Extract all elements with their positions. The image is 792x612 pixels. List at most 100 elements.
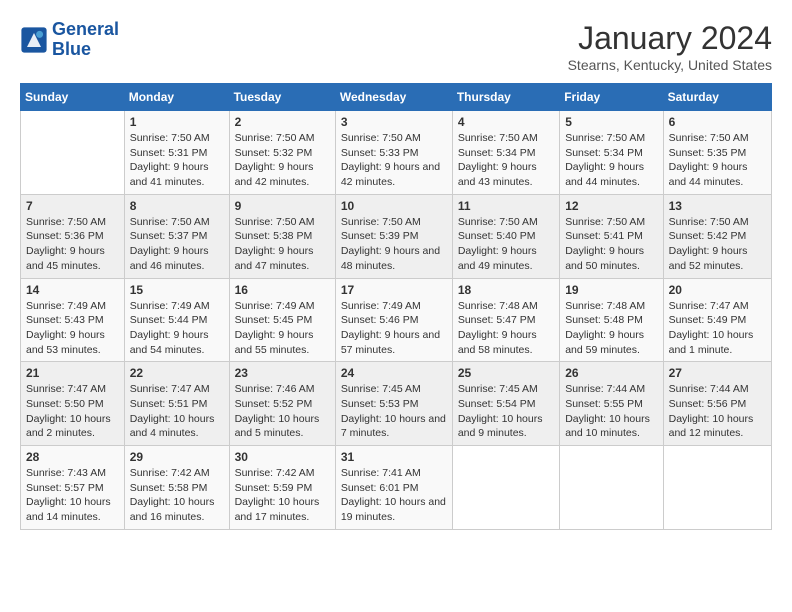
- day-info: Sunrise: 7:50 AM Sunset: 5:32 PM Dayligh…: [235, 131, 330, 190]
- calendar-cell: 14 Sunrise: 7:49 AM Sunset: 5:43 PM Dayl…: [21, 278, 125, 362]
- calendar-cell: 27 Sunrise: 7:44 AM Sunset: 5:56 PM Dayl…: [663, 362, 771, 446]
- sunrise-text: Sunrise: 7:50 AM: [130, 131, 224, 146]
- calendar-cell: 13 Sunrise: 7:50 AM Sunset: 5:42 PM Dayl…: [663, 194, 771, 278]
- weekday-header: Sunday: [21, 84, 125, 111]
- sunset-text: Sunset: 5:45 PM: [235, 313, 330, 328]
- calendar-cell: 9 Sunrise: 7:50 AM Sunset: 5:38 PM Dayli…: [229, 194, 335, 278]
- daylight-text: Daylight: 10 hours and 16 minutes.: [130, 495, 224, 524]
- sunrise-text: Sunrise: 7:50 AM: [458, 215, 554, 230]
- sunrise-text: Sunrise: 7:50 AM: [669, 215, 766, 230]
- weekday-header: Wednesday: [335, 84, 452, 111]
- day-number: 23: [235, 366, 330, 380]
- daylight-text: Daylight: 10 hours and 4 minutes.: [130, 412, 224, 441]
- day-info: Sunrise: 7:45 AM Sunset: 5:54 PM Dayligh…: [458, 382, 554, 441]
- day-number: 31: [341, 450, 447, 464]
- day-number: 25: [458, 366, 554, 380]
- daylight-text: Daylight: 9 hours and 45 minutes.: [26, 244, 119, 273]
- day-info: Sunrise: 7:42 AM Sunset: 5:59 PM Dayligh…: [235, 466, 330, 525]
- day-number: 5: [565, 115, 657, 129]
- weekday-header: Thursday: [452, 84, 559, 111]
- calendar-week-row: 1 Sunrise: 7:50 AM Sunset: 5:31 PM Dayli…: [21, 111, 772, 195]
- day-number: 1: [130, 115, 224, 129]
- calendar-table: SundayMondayTuesdayWednesdayThursdayFrid…: [20, 83, 772, 530]
- calendar-cell: 15 Sunrise: 7:49 AM Sunset: 5:44 PM Dayl…: [124, 278, 229, 362]
- day-number: 21: [26, 366, 119, 380]
- calendar-cell: 19 Sunrise: 7:48 AM Sunset: 5:48 PM Dayl…: [560, 278, 663, 362]
- daylight-text: Daylight: 9 hours and 46 minutes.: [130, 244, 224, 273]
- day-number: 24: [341, 366, 447, 380]
- daylight-text: Daylight: 9 hours and 48 minutes.: [341, 244, 447, 273]
- daylight-text: Daylight: 9 hours and 57 minutes.: [341, 328, 447, 357]
- day-info: Sunrise: 7:42 AM Sunset: 5:58 PM Dayligh…: [130, 466, 224, 525]
- calendar-cell: 12 Sunrise: 7:50 AM Sunset: 5:41 PM Dayl…: [560, 194, 663, 278]
- calendar-cell: 8 Sunrise: 7:50 AM Sunset: 5:37 PM Dayli…: [124, 194, 229, 278]
- calendar-cell: 6 Sunrise: 7:50 AM Sunset: 5:35 PM Dayli…: [663, 111, 771, 195]
- calendar-week-row: 7 Sunrise: 7:50 AM Sunset: 5:36 PM Dayli…: [21, 194, 772, 278]
- sunrise-text: Sunrise: 7:50 AM: [235, 131, 330, 146]
- day-info: Sunrise: 7:50 AM Sunset: 5:34 PM Dayligh…: [458, 131, 554, 190]
- daylight-text: Daylight: 9 hours and 59 minutes.: [565, 328, 657, 357]
- sunset-text: Sunset: 5:52 PM: [235, 397, 330, 412]
- sunrise-text: Sunrise: 7:50 AM: [565, 131, 657, 146]
- day-info: Sunrise: 7:50 AM Sunset: 5:33 PM Dayligh…: [341, 131, 447, 190]
- daylight-text: Daylight: 9 hours and 42 minutes.: [341, 160, 447, 189]
- day-info: Sunrise: 7:50 AM Sunset: 5:36 PM Dayligh…: [26, 215, 119, 274]
- sunset-text: Sunset: 5:48 PM: [565, 313, 657, 328]
- sunset-text: Sunset: 5:34 PM: [458, 146, 554, 161]
- logo-line2: Blue: [52, 39, 91, 59]
- day-info: Sunrise: 7:50 AM Sunset: 5:40 PM Dayligh…: [458, 215, 554, 274]
- sunset-text: Sunset: 5:44 PM: [130, 313, 224, 328]
- day-number: 11: [458, 199, 554, 213]
- daylight-text: Daylight: 9 hours and 42 minutes.: [235, 160, 330, 189]
- daylight-text: Daylight: 10 hours and 2 minutes.: [26, 412, 119, 441]
- sunset-text: Sunset: 5:36 PM: [26, 229, 119, 244]
- day-number: 19: [565, 283, 657, 297]
- sunset-text: Sunset: 5:54 PM: [458, 397, 554, 412]
- day-info: Sunrise: 7:50 AM Sunset: 5:39 PM Dayligh…: [341, 215, 447, 274]
- day-number: 14: [26, 283, 119, 297]
- daylight-text: Daylight: 10 hours and 9 minutes.: [458, 412, 554, 441]
- calendar-week-row: 28 Sunrise: 7:43 AM Sunset: 5:57 PM Dayl…: [21, 446, 772, 530]
- daylight-text: Daylight: 9 hours and 47 minutes.: [235, 244, 330, 273]
- daylight-text: Daylight: 9 hours and 49 minutes.: [458, 244, 554, 273]
- sunrise-text: Sunrise: 7:49 AM: [341, 299, 447, 314]
- daylight-text: Daylight: 9 hours and 44 minutes.: [669, 160, 766, 189]
- sunrise-text: Sunrise: 7:50 AM: [565, 215, 657, 230]
- calendar-cell: 23 Sunrise: 7:46 AM Sunset: 5:52 PM Dayl…: [229, 362, 335, 446]
- day-number: 2: [235, 115, 330, 129]
- sunrise-text: Sunrise: 7:50 AM: [235, 215, 330, 230]
- logo-text: General Blue: [52, 20, 119, 60]
- sunrise-text: Sunrise: 7:49 AM: [26, 299, 119, 314]
- day-number: 16: [235, 283, 330, 297]
- daylight-text: Daylight: 10 hours and 5 minutes.: [235, 412, 330, 441]
- calendar-week-row: 21 Sunrise: 7:47 AM Sunset: 5:50 PM Dayl…: [21, 362, 772, 446]
- day-number: 27: [669, 366, 766, 380]
- day-number: 17: [341, 283, 447, 297]
- daylight-text: Daylight: 9 hours and 52 minutes.: [669, 244, 766, 273]
- sunset-text: Sunset: 5:35 PM: [669, 146, 766, 161]
- day-number: 30: [235, 450, 330, 464]
- sunrise-text: Sunrise: 7:45 AM: [341, 382, 447, 397]
- calendar-cell: [663, 446, 771, 530]
- calendar-week-row: 14 Sunrise: 7:49 AM Sunset: 5:43 PM Dayl…: [21, 278, 772, 362]
- sunset-text: Sunset: 5:40 PM: [458, 229, 554, 244]
- day-info: Sunrise: 7:44 AM Sunset: 5:55 PM Dayligh…: [565, 382, 657, 441]
- calendar-cell: 31 Sunrise: 7:41 AM Sunset: 6:01 PM Dayl…: [335, 446, 452, 530]
- calendar-cell: 17 Sunrise: 7:49 AM Sunset: 5:46 PM Dayl…: [335, 278, 452, 362]
- location-subtitle: Stearns, Kentucky, United States: [568, 57, 772, 73]
- day-info: Sunrise: 7:43 AM Sunset: 5:57 PM Dayligh…: [26, 466, 119, 525]
- day-info: Sunrise: 7:50 AM Sunset: 5:38 PM Dayligh…: [235, 215, 330, 274]
- day-info: Sunrise: 7:50 AM Sunset: 5:41 PM Dayligh…: [565, 215, 657, 274]
- sunrise-text: Sunrise: 7:50 AM: [341, 215, 447, 230]
- weekday-header: Friday: [560, 84, 663, 111]
- sunset-text: Sunset: 5:33 PM: [341, 146, 447, 161]
- day-info: Sunrise: 7:44 AM Sunset: 5:56 PM Dayligh…: [669, 382, 766, 441]
- calendar-cell: 10 Sunrise: 7:50 AM Sunset: 5:39 PM Dayl…: [335, 194, 452, 278]
- day-number: 9: [235, 199, 330, 213]
- sunset-text: Sunset: 5:58 PM: [130, 481, 224, 496]
- day-info: Sunrise: 7:49 AM Sunset: 5:46 PM Dayligh…: [341, 299, 447, 358]
- weekday-header: Monday: [124, 84, 229, 111]
- sunset-text: Sunset: 5:57 PM: [26, 481, 119, 496]
- sunrise-text: Sunrise: 7:50 AM: [669, 131, 766, 146]
- sunrise-text: Sunrise: 7:49 AM: [235, 299, 330, 314]
